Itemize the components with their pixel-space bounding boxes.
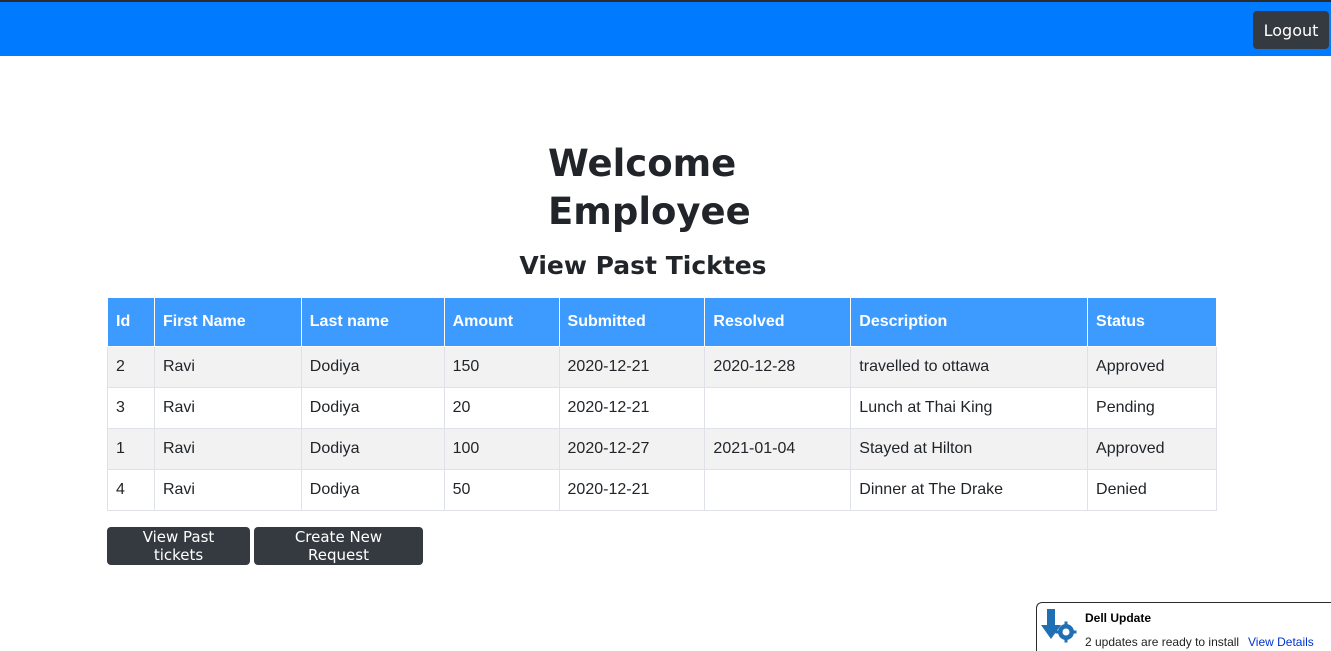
cell-submitted: 2020-12-27 [558, 428, 706, 470]
cell-description: Dinner at The Drake [850, 469, 1089, 511]
column-header-last-name: Last name [300, 297, 445, 347]
cell-first-name: Ravi [153, 387, 302, 429]
cell-first-name: Ravi [153, 469, 302, 511]
cell-first-name: Ravi [153, 428, 302, 470]
cell-amount: 20 [443, 387, 560, 429]
action-buttons: View Past tickets Create New Request [107, 527, 423, 565]
column-header-description: Description [850, 297, 1089, 347]
table-row: 2 Ravi Dodiya 150 2020-12-21 2020-12-28 … [107, 346, 1217, 388]
table-row: 3 Ravi Dodiya 20 2020-12-21 Lunch at Tha… [107, 387, 1217, 429]
cell-description: travelled to ottawa [850, 346, 1089, 388]
section-heading: View Past Ticktes [519, 251, 767, 280]
column-header-submitted: Submitted [558, 297, 706, 347]
column-header-status: Status [1087, 297, 1217, 347]
view-details-link[interactable]: View Details [1248, 635, 1314, 649]
cell-description: Stayed at Hilton [850, 428, 1089, 470]
cell-resolved [704, 469, 852, 511]
cell-description: Lunch at Thai King [850, 387, 1089, 429]
cell-submitted: 2020-12-21 [558, 387, 706, 429]
logout-button[interactable]: Logout [1253, 11, 1329, 49]
cell-submitted: 2020-12-21 [558, 346, 706, 388]
cell-id: 2 [107, 346, 155, 388]
dell-update-icon [1041, 609, 1077, 643]
notification-message: 2 updates are ready to install [1085, 635, 1240, 649]
cell-first-name: Ravi [153, 346, 302, 388]
cell-last-name: Dodiya [300, 387, 445, 429]
column-header-first-name: First Name [153, 297, 302, 347]
cell-status: Denied [1087, 469, 1217, 511]
view-past-tickets-button[interactable]: View Past tickets [107, 527, 250, 565]
cell-id: 4 [107, 469, 155, 511]
column-header-id: Id [107, 297, 155, 347]
table-row: 4 Ravi Dodiya 50 2020-12-21 Dinner at Th… [107, 469, 1217, 511]
cell-amount: 50 [443, 469, 560, 511]
cell-amount: 150 [443, 346, 560, 388]
table-row: 1 Ravi Dodiya 100 2020-12-27 2021-01-04 … [107, 428, 1217, 470]
cell-id: 1 [107, 428, 155, 470]
top-navbar: Logout [0, 0, 1331, 56]
welcome-line-2: Employee [548, 190, 751, 233]
welcome-line-1: Welcome [548, 142, 737, 185]
cell-resolved [704, 387, 852, 429]
cell-id: 3 [107, 387, 155, 429]
cell-status: Approved [1087, 346, 1217, 388]
dell-update-notification[interactable]: Dell Update 2 updates are ready to insta… [1036, 602, 1331, 651]
cell-amount: 100 [443, 428, 560, 470]
cell-status: Pending [1087, 387, 1217, 429]
tickets-table: Id First Name Last name Amount Submitted… [107, 297, 1217, 511]
cell-last-name: Dodiya [300, 469, 445, 511]
cell-submitted: 2020-12-21 [558, 469, 706, 511]
page-title: Welcome Employee [548, 140, 751, 236]
column-header-resolved: Resolved [704, 297, 852, 347]
cell-last-name: Dodiya [300, 428, 445, 470]
cell-resolved: 2020-12-28 [704, 346, 852, 388]
cell-resolved: 2021-01-04 [704, 428, 852, 470]
column-header-amount: Amount [443, 297, 560, 347]
create-new-request-button[interactable]: Create New Request [254, 527, 423, 565]
table-header-row: Id First Name Last name Amount Submitted… [107, 297, 1217, 347]
cell-status: Approved [1087, 428, 1217, 470]
cell-last-name: Dodiya [300, 346, 445, 388]
notification-title: Dell Update [1085, 611, 1152, 625]
